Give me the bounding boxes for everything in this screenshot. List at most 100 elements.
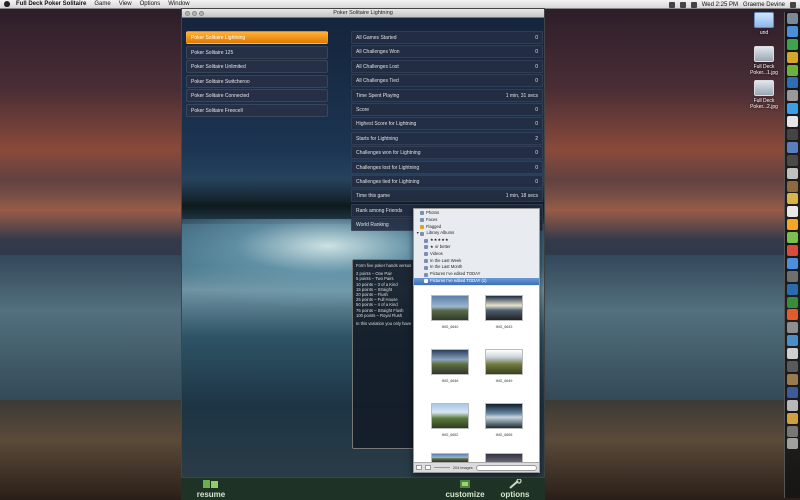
menu-window[interactable]: Window xyxy=(168,1,189,7)
photo-thumbnail[interactable]: IMG_6655 xyxy=(484,403,524,437)
variant-unlimited[interactable]: Poker Solitaire Unlimited xyxy=(186,60,328,73)
photo-thumbnail[interactable]: IMG_6640 xyxy=(430,295,470,329)
menu-clock[interactable]: Wed 2:25 PM xyxy=(702,2,738,8)
stat-label: All Challenges Won xyxy=(356,49,400,56)
app-icon[interactable] xyxy=(787,116,798,128)
desktop-folder-und[interactable]: und xyxy=(744,12,784,36)
stat-value: 0 xyxy=(535,106,538,113)
app-icon[interactable] xyxy=(787,167,798,179)
app-icon[interactable] xyxy=(787,309,798,321)
close-window-button[interactable] xyxy=(185,11,190,16)
menu-view[interactable]: View xyxy=(119,1,132,7)
variant-connected[interactable]: Poker Solitaire Connected xyxy=(186,89,328,102)
app-icon[interactable] xyxy=(787,64,798,76)
source-videos[interactable]: Videos xyxy=(414,251,539,258)
app-icon[interactable] xyxy=(787,90,798,102)
wifi-icon[interactable] xyxy=(668,1,675,8)
thumbnail-size-slider[interactable] xyxy=(434,466,450,469)
variant-freecell[interactable]: Poker Solitaire Freecell xyxy=(186,103,328,117)
photo-thumbnail[interactable]: IMG_6643 xyxy=(484,295,524,329)
app-icon[interactable] xyxy=(787,361,798,373)
menu-user[interactable]: Graeme Devine xyxy=(743,2,785,8)
spotlight-icon[interactable] xyxy=(790,1,796,8)
app-icon[interactable] xyxy=(787,77,798,89)
source-label: In the Last Month xyxy=(430,264,463,270)
source-edited-today[interactable]: Pictures I've edited TODAY xyxy=(414,271,539,278)
app-icon[interactable] xyxy=(787,103,798,115)
customize-button[interactable]: customize xyxy=(443,479,487,499)
desktop-file-2[interactable]: Full Deck Poker...2.jpg xyxy=(744,80,784,110)
app-icon[interactable] xyxy=(787,283,798,295)
source-label: ★★★★★ xyxy=(430,237,449,243)
stat-label: Challenges won for Lightning xyxy=(356,150,421,157)
variant-125[interactable]: Poker Solitaire 125 xyxy=(186,45,328,59)
app-icon[interactable] xyxy=(787,193,798,205)
finder-icon[interactable] xyxy=(787,13,798,24)
photo-caption: IMG_6646 xyxy=(441,379,459,383)
app-icon[interactable] xyxy=(787,38,798,50)
app-icon[interactable] xyxy=(787,141,798,153)
volume-icon[interactable] xyxy=(679,1,686,8)
apple-menu-icon[interactable] xyxy=(4,1,10,7)
app-icon[interactable] xyxy=(787,386,798,398)
photo-thumbnail[interactable]: IMG_6646 xyxy=(430,349,470,383)
stat-label: Starts for Lightning xyxy=(356,135,398,142)
minimize-window-button[interactable] xyxy=(192,11,197,16)
app-icon[interactable] xyxy=(787,206,798,218)
source-last-week[interactable]: In the Last Week xyxy=(414,258,539,265)
zoom-window-button[interactable] xyxy=(199,11,204,16)
app-icon[interactable] xyxy=(787,129,798,141)
desktop-file-1[interactable]: Full Deck Poker...1.jpg xyxy=(744,46,784,76)
app-icon[interactable] xyxy=(787,219,798,231)
app-icon[interactable] xyxy=(787,296,798,308)
resume-button[interactable]: resume xyxy=(191,479,231,499)
app-icon[interactable] xyxy=(787,51,798,63)
options-button[interactable]: options xyxy=(495,478,535,499)
menu-game[interactable]: Game xyxy=(94,1,110,7)
stat-value: 2 xyxy=(535,135,538,142)
dock xyxy=(784,12,800,498)
photo-search-field[interactable] xyxy=(475,464,537,471)
menu-options[interactable]: Options xyxy=(140,1,161,7)
dashboard-icon[interactable] xyxy=(787,25,798,37)
app-icon[interactable] xyxy=(787,335,798,347)
menu-app-name[interactable]: Full Deck Poker Solitaire xyxy=(16,1,86,7)
grid-view-button[interactable] xyxy=(416,465,422,470)
photo-thumbnail[interactable]: IMG_6652 xyxy=(430,403,470,437)
app-icon[interactable] xyxy=(787,348,798,360)
app-icon[interactable] xyxy=(787,245,798,257)
game-bottom-bar: resume customize options xyxy=(181,478,545,500)
source-one-star[interactable]: ★ or better xyxy=(414,244,539,251)
stat-label: All Challenges Lost xyxy=(356,63,399,70)
source-photos[interactable]: Photos xyxy=(414,210,539,217)
app-icon[interactable] xyxy=(787,257,798,269)
disclosure-triangle-icon[interactable]: ▼ xyxy=(416,230,419,237)
source-faces[interactable]: Faces xyxy=(414,217,539,224)
app-icon[interactable] xyxy=(787,232,798,244)
trash-icon[interactable] xyxy=(787,438,798,450)
source-library-albums[interactable]: ▼ Library Albums xyxy=(414,230,539,237)
faces-icon xyxy=(420,218,424,223)
app-icon[interactable] xyxy=(787,412,798,424)
variant-switcheroo[interactable]: Poker Solitaire Switcheroo xyxy=(186,74,328,88)
app-icon[interactable] xyxy=(787,373,798,385)
app-icon[interactable] xyxy=(787,322,798,334)
variant-lightning[interactable]: Poker Solitaire Lightning xyxy=(186,31,328,44)
window-titlebar[interactable]: Poker Solitaire Lightning xyxy=(182,9,544,18)
stat-label: Time Spent Playing xyxy=(356,92,400,99)
source-label: Videos xyxy=(430,250,443,256)
app-icon[interactable] xyxy=(787,425,798,437)
photo-thumbnail[interactable]: IMG_6649 xyxy=(484,349,524,383)
list-view-button[interactable] xyxy=(425,465,431,470)
stat-value: 0 xyxy=(535,78,538,85)
source-last-month[interactable]: In the Last Month xyxy=(414,264,539,271)
app-icon[interactable] xyxy=(787,180,798,192)
app-icon[interactable] xyxy=(787,399,798,411)
source-edited-today-2[interactable]: Pictures I've edited TODAY (2) xyxy=(414,277,539,285)
app-icon[interactable] xyxy=(787,270,798,282)
battery-icon[interactable] xyxy=(690,1,697,8)
source-flagged[interactable]: Flagged xyxy=(414,224,539,231)
app-icon[interactable] xyxy=(787,154,798,166)
source-five-stars[interactable]: ★★★★★ xyxy=(414,237,539,244)
source-label: In the Last Week xyxy=(430,257,462,263)
